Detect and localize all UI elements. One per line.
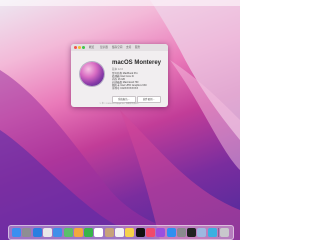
macos-logo: [80, 62, 104, 86]
music-icon[interactable]: [145, 228, 155, 237]
settings-icon[interactable]: [176, 228, 186, 237]
notes-icon[interactable]: [125, 228, 135, 237]
tab-service[interactable]: 服务: [135, 45, 140, 50]
calendar-icon[interactable]: [94, 228, 104, 237]
facetime-icon[interactable]: [84, 228, 94, 237]
tab-storage[interactable]: 储存空间: [112, 45, 122, 50]
contacts-icon[interactable]: [104, 228, 114, 237]
reminders-icon[interactable]: [115, 228, 124, 237]
terminal-icon[interactable]: [187, 228, 197, 237]
close-button[interactable]: [74, 46, 77, 49]
tv-icon[interactable]: [135, 228, 145, 237]
zoom-button[interactable]: [82, 46, 85, 49]
maps-icon[interactable]: [63, 228, 73, 237]
photos-icon[interactable]: [73, 228, 83, 237]
podcasts-icon[interactable]: [156, 228, 166, 237]
dock: [8, 225, 234, 240]
window-titlebar: 概览 显示器 储存空间 支持 服务: [71, 44, 168, 51]
safari-icon[interactable]: [32, 228, 42, 237]
app-icon[interactable]: [207, 228, 217, 237]
launchpad-icon[interactable]: [22, 228, 32, 237]
chrome-icon[interactable]: [42, 228, 52, 237]
trash-icon[interactable]: [220, 228, 229, 237]
tab-support[interactable]: 支持: [126, 45, 131, 50]
tab-overview[interactable]: 概览: [89, 45, 94, 50]
about-this-mac-window: 概览 显示器 储存空间 支持 服务 macOS Monterey 版本 12.6…: [71, 44, 168, 107]
wallpaper-waves: [0, 0, 240, 240]
tab-displays[interactable]: 显示器: [100, 45, 108, 50]
os-name: macOS Monterey: [112, 60, 162, 66]
desktop-wallpaper: [0, 0, 240, 240]
preview-icon[interactable]: [197, 228, 207, 237]
mail-icon[interactable]: [53, 228, 63, 237]
copyright-footer: ™ 和 © 1983-2022 Apple Inc. 保留所有权利。: [99, 103, 140, 105]
appstore-icon[interactable]: [166, 228, 176, 237]
minimize-button[interactable]: [78, 46, 81, 49]
os-version: 版本 12.6: [112, 68, 123, 71]
dock-separator: [218, 228, 219, 237]
menu-bar: [0, 0, 240, 6]
finder-icon[interactable]: [12, 228, 21, 237]
spec-serial: 序列号 C02XXXXXXXX: [112, 87, 139, 90]
